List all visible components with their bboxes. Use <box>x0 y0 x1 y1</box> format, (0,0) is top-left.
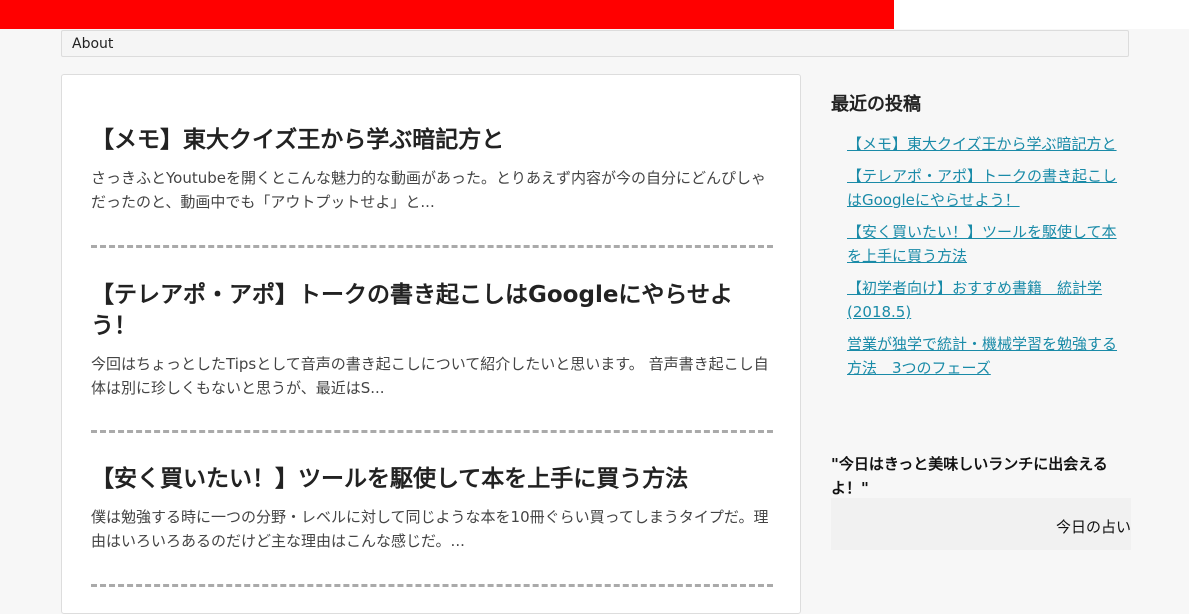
post-excerpt: 今回はちょっとしたTipsとして音声の書き起こしについて紹介したいと思います。 … <box>91 355 769 397</box>
post-list: 【メモ】東大クイズ王から学ぶ暗記方と さっきふとYoutubeを開くとこんな魅力… <box>61 74 801 614</box>
fortune-quote: "今日はきっと美味しいランチに出会えるよ！" <box>831 455 1108 497</box>
post-title[interactable]: 【メモ】東大クイズ王から学ぶ暗記方と <box>91 125 773 156</box>
nav-item-about[interactable]: About <box>72 36 113 52</box>
recent-posts-list: 【メモ】東大クイズ王から学ぶ暗記方と 【テレアポ・アポ】トークの書き起こしはGo… <box>831 132 1131 380</box>
top-bar <box>0 0 1189 29</box>
recent-post-link[interactable]: 【安く買いたい！】ツールを駆使して本を上手に買う方法 <box>847 223 1117 265</box>
recent-post-link[interactable]: 【テレアポ・アポ】トークの書き起こしはGoogleにやらせよう！ <box>847 167 1117 209</box>
post-title[interactable]: 【テレアポ・アポ】トークの書き起こしはGoogleにやらせよう！ <box>91 280 773 342</box>
post-divider <box>91 245 773 248</box>
recent-post-link[interactable]: 【初学者向け】おすすめ書籍 統計学(2018.5) <box>847 279 1102 321</box>
recent-post-link[interactable]: 【メモ】東大クイズ王から学ぶ暗記方と <box>847 135 1117 153</box>
list-item: 【初学者向け】おすすめ書籍 統計学(2018.5) <box>847 276 1131 324</box>
post-excerpt: さっきふとYoutubeを開くとこんな魅力的な動画があった。とりあえず内容が今の… <box>91 169 766 211</box>
top-bar-progress <box>0 0 894 29</box>
post-item: 【メモ】東大クイズ王から学ぶ暗記方と さっきふとYoutubeを開くとこんな魅力… <box>91 125 773 214</box>
list-item: 【テレアポ・アポ】トークの書き起こしはGoogleにやらせよう！ <box>847 164 1131 212</box>
list-item: 【安く買いたい！】ツールを駆使して本を上手に買う方法 <box>847 220 1131 268</box>
fortune-widget: "今日はきっと美味しいランチに出会えるよ！" 今日の占い <box>831 452 1131 550</box>
fortune-box: 今日の占い <box>831 498 1131 550</box>
post-item: 【安く買いたい！】ツールを駆使して本を上手に買う方法 僕は勉強する時に一つの分野… <box>91 464 773 553</box>
post-divider <box>91 430 773 433</box>
post-divider <box>91 584 773 587</box>
list-item: 【メモ】東大クイズ王から学ぶ暗記方と <box>847 132 1131 156</box>
fortune-label: 今日の占い <box>1055 518 1131 536</box>
recent-posts-heading: 最近の投稿 <box>831 94 921 115</box>
post-title[interactable]: 【安く買いたい！】ツールを駆使して本を上手に買う方法 <box>91 464 773 495</box>
post-excerpt: 僕は勉強する時に一つの分野・レベルに対して同じような本を10冊ぐらい買ってしまう… <box>91 508 769 550</box>
navbar: About <box>61 30 1129 57</box>
post-item: 【テレアポ・アポ】トークの書き起こしはGoogleにやらせよう！ 今回はちょっと… <box>91 280 773 400</box>
recent-post-link[interactable]: 営業が独学で統計・機械学習を勉強する方法 3つのフェーズ <box>847 335 1117 377</box>
sidebar-recent-posts: 最近の投稿 【メモ】東大クイズ王から学ぶ暗記方と 【テレアポ・アポ】トークの書き… <box>831 90 1131 388</box>
list-item: 営業が独学で統計・機械学習を勉強する方法 3つのフェーズ <box>847 332 1131 380</box>
